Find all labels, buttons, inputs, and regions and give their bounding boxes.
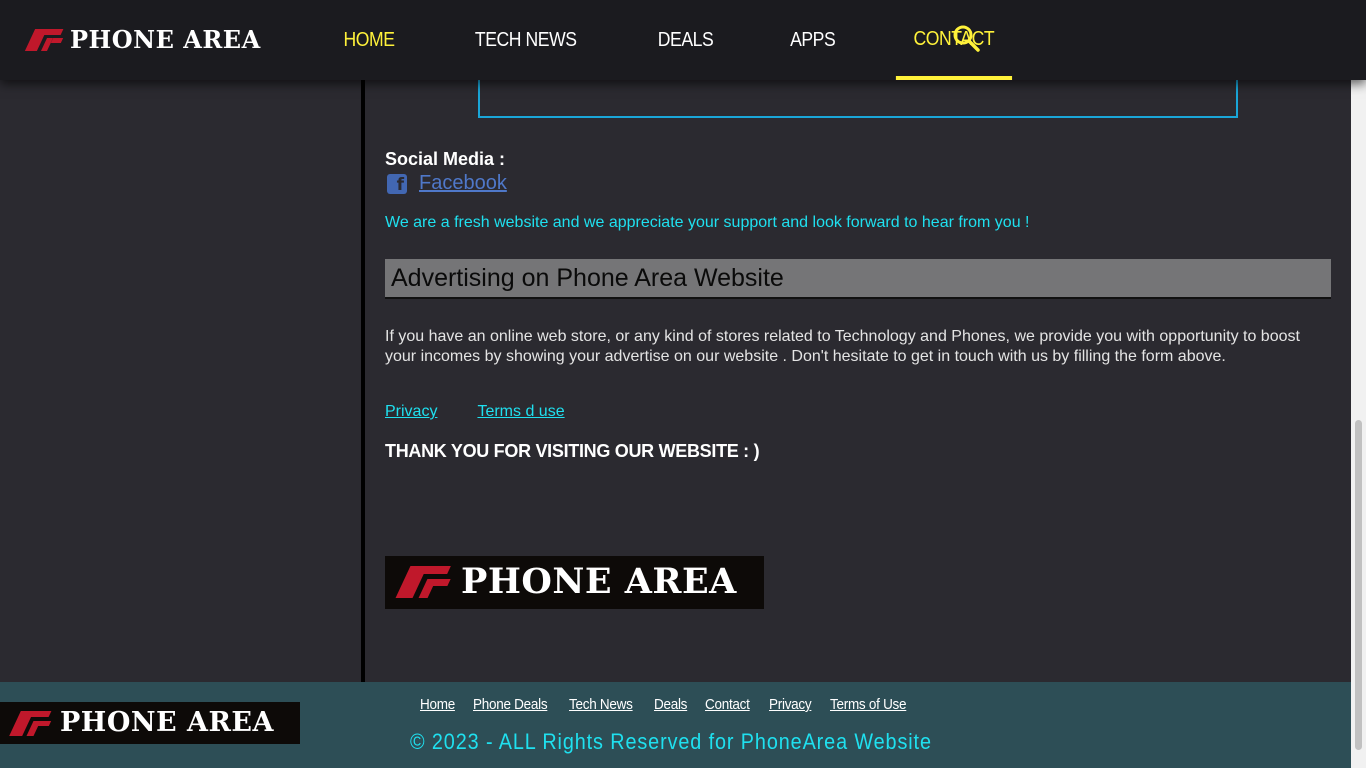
terms-link[interactable]: Terms d use [477,403,564,421]
nav-home[interactable]: HOME [326,0,412,80]
logo-text: PHONE AREA [461,561,737,602]
advertising-heading-text: Advertising on Phone Area Website [391,264,784,292]
footer-link-phone-deals[interactable]: Phone Deals [473,696,548,713]
advertising-text: If you have an online web store, or any … [385,328,1300,365]
scrollbar-thumb[interactable] [1355,420,1362,750]
footer-link-deals[interactable]: Deals [654,696,687,713]
logo-mark-icon [9,710,52,736]
footer-link-home[interactable]: Home [420,696,455,713]
nav-apps[interactable]: APPS [772,0,852,80]
copyright-text: © 2023 - ALL Rights Reserved for PhoneAr… [410,729,932,754]
social-media-title: Social Media : [385,149,506,169]
support-message: We are a fresh website and we appreciate… [385,214,1030,231]
sidebar-divider [361,80,365,682]
advertising-heading: Advertising on Phone Area Website [385,259,1331,299]
main-nav: HOME TECH NEWS DEALS APPS CONTACT [320,0,1020,80]
logo-mark-icon [24,29,64,51]
top-navbar: PHONE AREA HOME TECH NEWS DEALS APPS CON… [0,0,1366,80]
footer-link-tech-news[interactable]: Tech News [569,696,633,713]
footer-logo-inner: PHONE AREA [9,707,274,738]
footer: PHONE AREA Home Phone Deals Tech News De… [0,682,1366,768]
policy-links: Privacy Terms d use [385,403,565,421]
content-logo-inner: PHONE AREA [395,561,737,602]
logo-mark-icon [395,566,451,598]
facebook-icon: f [387,173,407,194]
footer-link-privacy[interactable]: Privacy [769,696,812,713]
logo-text: PHONE AREA [70,25,261,54]
facebook-link-row[interactable]: f Facebook [387,172,507,195]
site-logo[interactable]: PHONE AREA [24,25,261,54]
privacy-link[interactable]: Privacy [385,403,437,421]
facebook-link[interactable]: Facebook [419,172,507,195]
page-scrollbar[interactable] [1351,0,1366,768]
content-logo: PHONE AREA [385,556,764,609]
footer-nav: Home Phone Deals Tech News Deals Contact… [420,696,914,713]
nav-tech-news[interactable]: TECH NEWS [457,0,594,80]
footer-link-terms[interactable]: Terms of Use [830,696,907,713]
logo-text: PHONE AREA [60,707,274,738]
nav-deals[interactable]: DEALS [640,0,731,80]
thank-you-message: THANK YOU FOR VISITING OUR WEBSITE : ) [385,441,760,461]
footer-logo[interactable]: PHONE AREA [0,702,300,744]
search-icon[interactable] [952,24,980,52]
footer-link-contact[interactable]: Contact [705,696,750,713]
